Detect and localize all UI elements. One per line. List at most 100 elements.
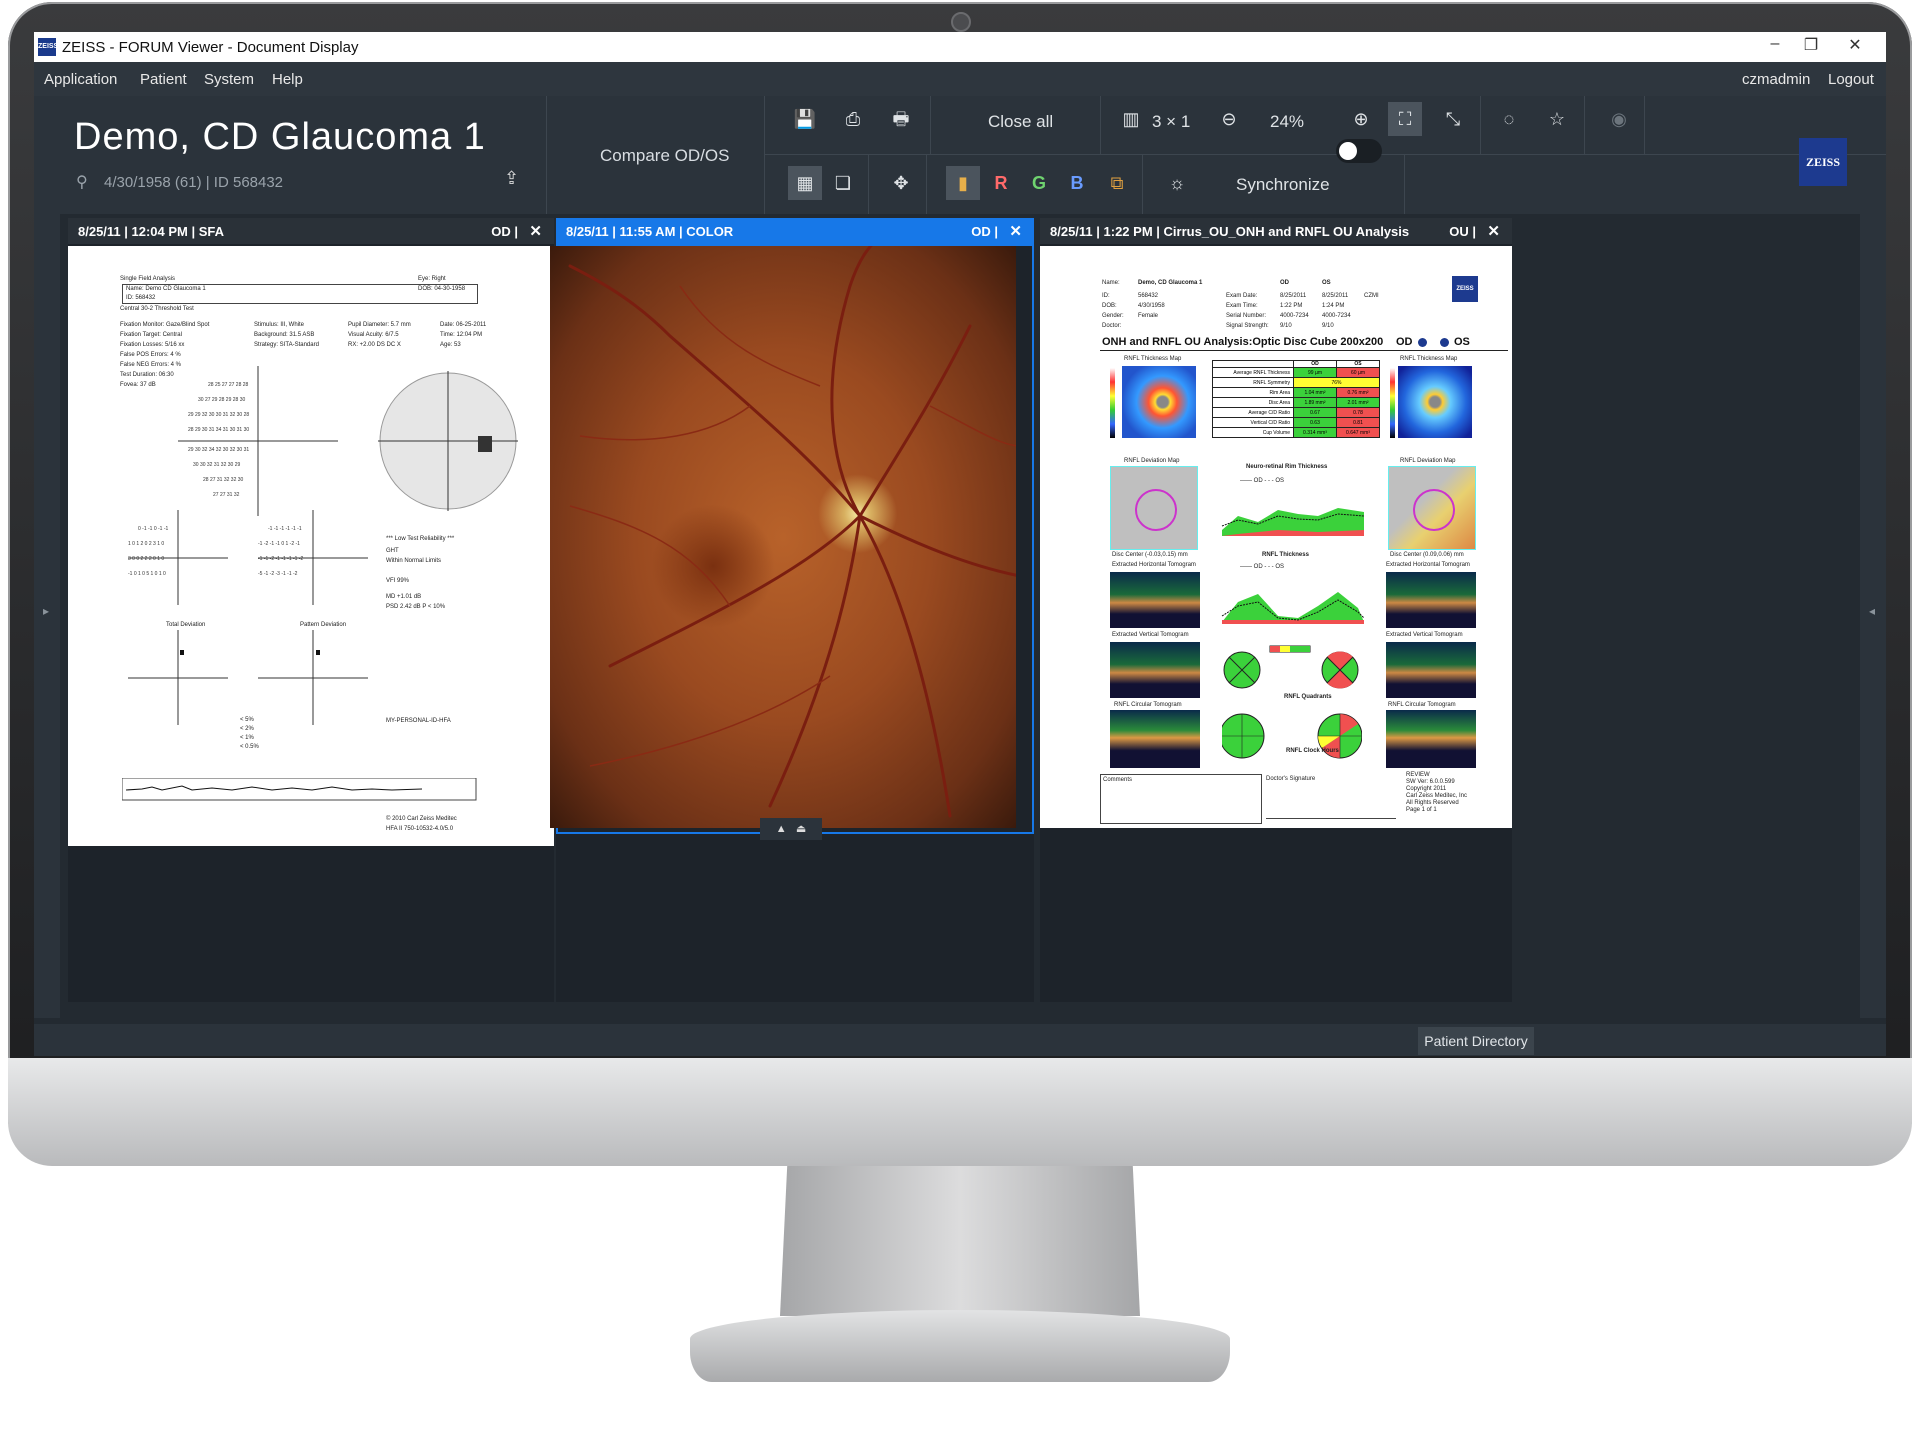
document-panel-cirrus[interactable]: 8/25/11 | 1:22 PM | Cirrus_OU_ONH and RN…: [1040, 218, 1512, 1002]
vert-tomo-os-label: Extracted Vertical Tomogram: [1386, 632, 1463, 638]
red-channel-button[interactable]: R: [984, 166, 1018, 200]
document-panel-sfa[interactable]: 8/25/11 | 12:04 PM | SFA OD | ✕ Single F…: [68, 218, 554, 1002]
table-cell: 0.647 mm³: [1336, 427, 1380, 438]
stack-view-icon[interactable]: ❏: [826, 166, 860, 200]
brightness-icon[interactable]: ☼: [1160, 166, 1194, 200]
zoom-level[interactable]: 24%: [1270, 112, 1304, 132]
right-sidebar[interactable]: ◂: [1860, 214, 1886, 1018]
zoom-out-icon[interactable]: ⊖: [1212, 102, 1246, 136]
star-icon[interactable]: ☆: [1540, 102, 1574, 136]
table-cell: Disc Area: [1212, 397, 1294, 408]
image-controls[interactable]: ▲ ⏏: [760, 818, 822, 840]
status-bar: [34, 1024, 1886, 1056]
sfa-copyright: © 2010 Carl Zeiss Meditec: [386, 816, 457, 822]
panel-close-icon[interactable]: ✕: [529, 222, 542, 240]
blue-channel-button[interactable]: B: [1060, 166, 1094, 200]
vfi-value: VFI 99%: [386, 578, 410, 584]
sfa-param: Age: 53: [440, 342, 461, 348]
disc-center-od: Disc Center (-0.03,0.15) mm: [1112, 552, 1188, 558]
menu-patient[interactable]: Patient: [140, 71, 187, 88]
collapse-up-icon[interactable]: ▲: [776, 823, 787, 835]
vertical-tomogram-os: [1386, 642, 1476, 698]
flip-icon[interactable]: ✥: [884, 166, 918, 200]
adjust-icon[interactable]: ⧉: [1100, 166, 1134, 200]
table-row: Vertical C/D Ratio 0.63 0.81: [1212, 417, 1380, 428]
svg-text:-1 -2 -1 -1 0 1 -2 -1: -1 -2 -1 -1 0 1 -2 -1: [258, 541, 300, 547]
panel-close-icon[interactable]: ✕: [1009, 222, 1022, 240]
zoom-in-icon[interactable]: ⊕: [1344, 102, 1378, 136]
eye-icon[interactable]: ◉: [1602, 102, 1636, 136]
circ-tomo-os-label: RNFL Circular Tomogram: [1388, 702, 1456, 708]
window-title: ZEISS - FORUM Viewer - Document Display: [62, 39, 359, 56]
annotation-icon[interactable]: ◌: [1492, 102, 1526, 136]
cirrus-zeiss-logo: ZEISS: [1452, 276, 1478, 302]
fundus-image[interactable]: [550, 246, 1016, 828]
divider: [926, 154, 927, 214]
psd-value: PSD 2.42 dB P < 10%: [386, 604, 446, 610]
horiz-tomo-od-label: Extracted Horizontal Tomogram: [1112, 562, 1196, 568]
layout-selector[interactable]: 3 × 1: [1152, 112, 1190, 132]
print-preview-icon[interactable]: ⎙: [836, 102, 870, 136]
cirrus-name: Demo, CD Glaucoma 1: [1138, 280, 1203, 286]
monitor: ZEISS ZEISS - FORUM Viewer - Document Di…: [0, 0, 1920, 1440]
serial-label: Serial Number:: [1226, 313, 1267, 319]
rnfl-thickness-map-os: [1398, 366, 1472, 438]
table-cell: Average RNFL Thickness: [1212, 367, 1294, 378]
menu-system[interactable]: System: [204, 71, 254, 88]
sfa-param: Time: 12:04 PM: [440, 332, 483, 338]
review-line: Carl Zeiss Meditec, Inc: [1406, 793, 1468, 799]
upload-icon[interactable]: ⏏: [796, 823, 806, 835]
table-cell: 0.78: [1336, 407, 1380, 418]
sfa-param: Fixation Monitor: Gaze/Blind Spot: [120, 322, 210, 328]
left-sidebar[interactable]: ▸: [34, 214, 60, 1018]
close-all-button[interactable]: Close all: [988, 112, 1053, 132]
cirrus-title: ONH and RNFL OU Analysis:Optic Disc Cube…: [1102, 336, 1384, 348]
patient-header: Demo, CD Glaucoma 1 ⚲ 4/30/1958 (61) | I…: [34, 96, 1886, 214]
legend-item: < 5%: [240, 717, 254, 723]
logout-link[interactable]: Logout: [1828, 71, 1874, 88]
probability-legend: < 5% < 2% < 1% < 0.5%: [240, 716, 259, 752]
synchronize-toggle[interactable]: [1336, 139, 1382, 163]
zeiss-logo: ZEISS: [1799, 138, 1847, 186]
cirrus-id: 568432: [1138, 293, 1159, 299]
expand-right-icon[interactable]: ◂: [1869, 604, 1875, 618]
minimize-icon[interactable]: –: [1760, 35, 1790, 53]
close-icon[interactable]: ✕: [1840, 35, 1870, 55]
table-cell: Vertical C/D Ratio: [1212, 417, 1294, 428]
fit-screen-icon[interactable]: ⛶: [1388, 102, 1422, 136]
print-icon[interactable]: 🖶: [884, 102, 918, 136]
deviation-map-os-label: RNFL Deviation Map: [1400, 458, 1456, 464]
deviation-map-od-label: RNFL Deviation Map: [1124, 458, 1180, 464]
compare-od-os-button[interactable]: Compare OD/OS: [600, 146, 729, 166]
green-channel-button[interactable]: G: [1022, 166, 1056, 200]
ght-label: GHT: [386, 548, 399, 554]
table-cell: 1.04 mm²: [1293, 387, 1337, 398]
sfa-title: Single Field Analysis: [120, 276, 176, 282]
table-cell: 0.67: [1293, 407, 1337, 418]
rnfl-thickness-title: RNFL Thickness: [1262, 552, 1309, 558]
all-channels-icon[interactable]: ▮: [946, 166, 980, 200]
cirrus-title-od: OD: [1396, 336, 1413, 348]
panel-title: 8/25/11 | 12:04 PM | SFA: [78, 224, 225, 239]
horiz-tomo-os-label: Extracted Horizontal Tomogram: [1386, 562, 1470, 568]
collapse-icon[interactable]: ⤡: [1436, 102, 1470, 136]
serial-os: 4000-7234: [1322, 313, 1351, 319]
menu-application[interactable]: Application: [44, 71, 117, 88]
panel-close-icon[interactable]: ✕: [1487, 222, 1500, 240]
grid-view-icon[interactable]: ▦: [788, 166, 822, 200]
restore-icon[interactable]: ❐: [1796, 35, 1826, 55]
sfa-eye: Eye: Right: [418, 276, 446, 282]
menu-help[interactable]: Help: [272, 71, 303, 88]
table-row: Average RNFL Thickness 99 µm 60 µm: [1212, 367, 1380, 378]
sfa-hfa: HFA II 750-10532-4.0/5.0: [386, 826, 454, 832]
layout-icon[interactable]: ▥: [1114, 102, 1148, 136]
cirrus-dob: 4/30/1958: [1138, 303, 1165, 309]
patient-directory-button[interactable]: Patient Directory: [1418, 1027, 1534, 1055]
export-icon[interactable]: ⇪: [504, 168, 528, 192]
review-info: REVIEW SW Ver: 6.0.0.599 Copyright 2011 Car…: [1406, 772, 1467, 814]
expand-left-icon[interactable]: ▸: [43, 604, 49, 618]
legend-item: < 1%: [240, 735, 254, 741]
save-icon[interactable]: 💾: [788, 102, 822, 136]
table-header: OS: [1336, 360, 1380, 368]
table-cell: Average C/D Ratio: [1212, 407, 1294, 418]
